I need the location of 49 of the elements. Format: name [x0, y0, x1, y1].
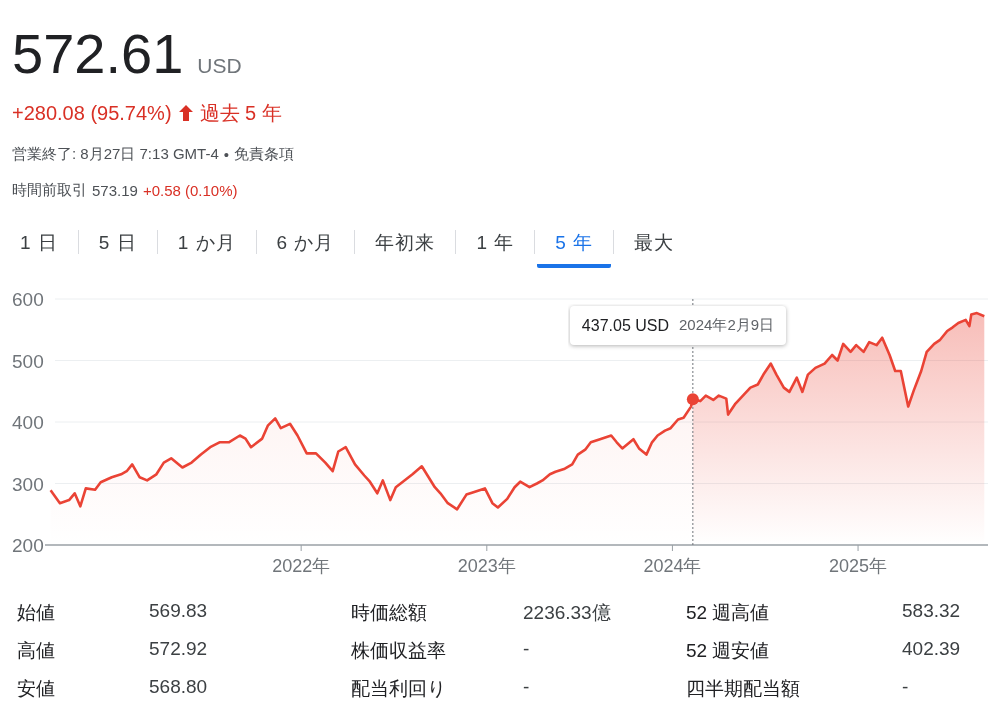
y-axis-label: 400 — [12, 412, 44, 433]
y-axis-label: 300 — [12, 473, 44, 495]
range-tab[interactable]: 1 か月 — [159, 222, 254, 268]
x-axis-label: 2025年 — [829, 556, 888, 576]
stat-value: 2236.33億 — [523, 601, 612, 625]
stat-value: 568.80 — [149, 676, 209, 699]
stat-value: 583.32 — [902, 600, 962, 623]
tooltip-date: 2024年2月9日 — [679, 316, 775, 335]
period-label: 過去 5 年 — [199, 100, 282, 126]
stat-value: - — [523, 638, 531, 661]
stat-value: - — [902, 676, 910, 699]
stat-label: 安値 — [17, 677, 56, 701]
stat-label: 四半期配当額 — [686, 677, 801, 701]
premarket-price: 573.19 — [92, 181, 138, 199]
y-axis-label: 500 — [12, 350, 44, 372]
stat-value: 572.92 — [149, 638, 209, 661]
y-axis-label: 600 — [12, 289, 44, 310]
stat-label: 時価総額 — [351, 601, 428, 625]
up-arrow-icon — [177, 104, 194, 122]
hover-marker — [686, 393, 699, 406]
separator: • — [223, 145, 229, 163]
currency: USD — [197, 54, 242, 78]
premarket-change: +0.58 (0.10%) — [142, 181, 238, 199]
premarket-label: 時間前取引 — [12, 180, 87, 200]
stat-value: 402.39 — [902, 638, 962, 661]
stat-label: 株価収益率 — [351, 639, 447, 663]
stat-label: 始値 — [17, 601, 56, 625]
range-tab[interactable]: 1 日 — [2, 222, 76, 268]
price-change: +280.08 (95.74%) — [12, 101, 172, 125]
stat-label: 52 週安値 — [686, 639, 771, 663]
stock-price: 572.61 — [12, 21, 184, 87]
range-tab[interactable]: 最大 — [616, 222, 693, 268]
range-tab[interactable]: 年初来 — [357, 222, 454, 268]
stat-label: 52 週高値 — [686, 601, 771, 625]
market-status: 営業終了: 8月27日 7:13 GMT-4 — [12, 144, 219, 164]
stat-label: 配当利回り — [351, 677, 447, 701]
stat-value: 569.83 — [149, 600, 209, 623]
tooltip-value: 437.05 USD — [581, 316, 669, 335]
range-tab[interactable]: 6 か月 — [258, 222, 353, 268]
range-tab[interactable]: 5 日 — [80, 222, 155, 268]
stat-value: - — [523, 676, 531, 699]
x-axis-label: 2024年 — [643, 556, 702, 576]
range-tab[interactable]: 5 年 — [537, 222, 612, 268]
x-axis-label: 2022年 — [272, 556, 331, 576]
range-tab[interactable]: 1 年 — [458, 222, 533, 268]
stat-label: 高値 — [17, 639, 56, 663]
x-axis-label: 2023年 — [457, 556, 516, 576]
y-axis-label: 200 — [12, 535, 44, 556]
disclaimer-link[interactable]: 免責条項 — [234, 144, 294, 164]
